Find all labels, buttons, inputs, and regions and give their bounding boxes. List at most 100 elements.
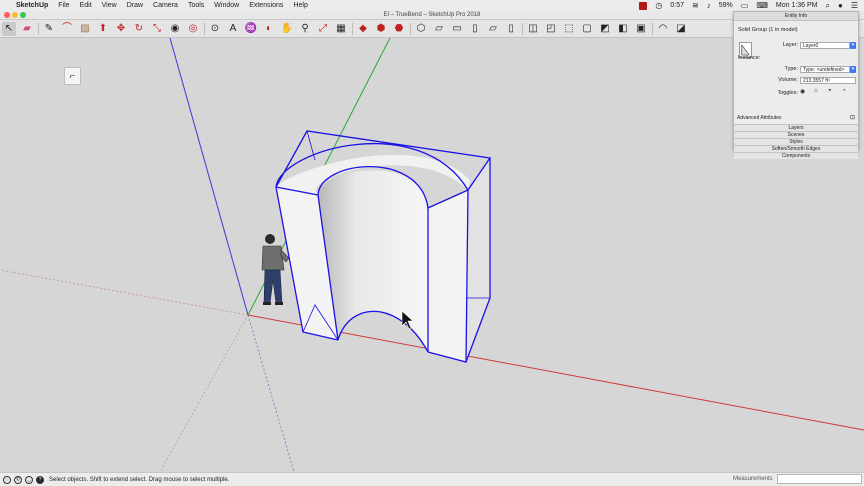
- zoom-icon[interactable]: ⚲: [298, 22, 312, 36]
- view-right-icon[interactable]: ▯: [468, 22, 482, 36]
- select-tool-icon[interactable]: ↖: [2, 21, 16, 36]
- scale-figure[interactable]: [261, 234, 290, 305]
- input-source-icon[interactable]: ⌨: [756, 1, 768, 10]
- battery-percent[interactable]: 59%: [719, 2, 733, 9]
- zoom-extents-icon[interactable]: ⤢: [316, 22, 330, 36]
- arc-icon[interactable]: ⌒: [60, 22, 74, 36]
- geo-location-icon[interactable]: ◌: [3, 475, 11, 484]
- menu-view[interactable]: View: [102, 2, 117, 9]
- credits-icon[interactable]: ©: [14, 475, 22, 484]
- wifi-icon[interactable]: ≋: [692, 1, 699, 10]
- menu-tools[interactable]: Tools: [188, 2, 204, 9]
- menu-app-name[interactable]: SketchUp: [16, 2, 48, 9]
- toolbar-divider: [652, 22, 653, 35]
- menu-extensions[interactable]: Extensions: [249, 2, 283, 9]
- toolbar-divider: [522, 22, 523, 35]
- red-axis-dotted: [0, 269, 249, 316]
- extension-icon[interactable]: ⬣: [392, 22, 406, 36]
- blue-axis: [169, 38, 249, 316]
- toolbar-divider: [410, 22, 411, 35]
- eraser-icon[interactable]: ▰: [20, 22, 34, 36]
- entity-info-header[interactable]: Entity Info: [734, 12, 858, 21]
- menu-file[interactable]: File: [58, 2, 69, 9]
- style-xray-icon[interactable]: ◫: [526, 22, 540, 36]
- advanced-attributes-label[interactable]: Advanced Attributes: [737, 115, 781, 121]
- siri-icon[interactable]: ●: [838, 1, 843, 10]
- menu-edit[interactable]: Edit: [80, 2, 92, 9]
- measurements-label: Measurements: [733, 476, 773, 482]
- section-plane-icon[interactable]: ▦: [334, 22, 348, 36]
- elapsed-time[interactable]: 0:57: [670, 2, 684, 9]
- tray-section-styles[interactable]: Styles: [734, 138, 858, 145]
- paint-bucket-icon[interactable]: ♒: [244, 22, 258, 36]
- menu-clock[interactable]: Mon 1:36 PM: [776, 2, 818, 9]
- menu-draw[interactable]: Draw: [127, 2, 143, 9]
- style-textured-icon[interactable]: ◧: [616, 22, 630, 36]
- style-shaded-icon[interactable]: ◩: [598, 22, 612, 36]
- view-left-icon[interactable]: ▯: [504, 22, 518, 36]
- lock-toggle-icon[interactable]: ⌂: [814, 88, 818, 94]
- user-account-icon[interactable]: ◡: [25, 475, 33, 484]
- tray-section-layers[interactable]: Layers: [734, 124, 858, 131]
- tray-sections: Layers Scenes Styles Soften/Smooth Edges…: [734, 124, 858, 159]
- tray-section-soften-smooth[interactable]: Soften/Smooth Edges: [734, 145, 858, 152]
- style-wireframe-icon[interactable]: ⬚: [562, 22, 576, 36]
- style-backedges-icon[interactable]: ◰: [544, 22, 558, 36]
- component-icon[interactable]: ◆: [356, 22, 370, 36]
- offset-icon[interactable]: ◎: [186, 22, 200, 36]
- view-iso-icon[interactable]: ⬡: [414, 22, 428, 36]
- notification-center-icon[interactable]: ☰: [851, 1, 858, 10]
- rectangle-icon[interactable]: ▧: [78, 22, 92, 36]
- scene-thumbnail-icon[interactable]: ⌐: [64, 67, 81, 85]
- warehouse-icon[interactable]: ⬢: [374, 22, 388, 36]
- move-icon[interactable]: ✥: [114, 22, 128, 36]
- status-menus: ◷ 0:57 ≋ ♪ 59% ▭ ⌨ Mon 1:36 PM ⌕ ● ☰: [639, 1, 858, 11]
- green-axis-dotted: [159, 314, 249, 472]
- spotlight-search-icon[interactable]: ⌕: [826, 1, 830, 11]
- visibility-toggle-icon[interactable]: ◉: [800, 88, 805, 95]
- stopwatch-icon[interactable]: ◷: [655, 1, 662, 10]
- text-icon[interactable]: A: [226, 22, 240, 36]
- measurements-input[interactable]: [777, 474, 862, 484]
- type-dropdown-icon[interactable]: ▾: [850, 66, 856, 73]
- battery-icon[interactable]: ▭: [741, 1, 749, 10]
- style-monochrome-icon[interactable]: ▣: [634, 22, 648, 36]
- volume-icon[interactable]: ♪: [707, 1, 711, 10]
- rotate-icon[interactable]: ↻: [132, 22, 146, 36]
- orbit-icon[interactable]: ◐: [262, 22, 276, 36]
- tray-section-components[interactable]: Components: [734, 152, 858, 159]
- menu-camera[interactable]: Camera: [153, 2, 178, 9]
- pencil-line-icon[interactable]: ✎: [42, 22, 56, 36]
- blue-axis-dotted: [247, 314, 295, 472]
- layer-select[interactable]: Layer0: [800, 42, 850, 49]
- view-back-icon[interactable]: ▱: [486, 22, 500, 36]
- pan-icon[interactable]: ✋: [280, 22, 294, 36]
- volume-label: Volume:: [778, 77, 798, 83]
- menu-bar: SketchUp File Edit View Draw Camera Tool…: [0, 0, 864, 11]
- toolbar-divider: [352, 22, 353, 35]
- receive-shadows-toggle-icon[interactable]: ◔: [842, 88, 846, 94]
- entity-description: Solid Group (1 in model): [738, 27, 798, 33]
- solid-group-arch[interactable]: [275, 130, 492, 363]
- push-pull-icon[interactable]: ⬆: [96, 22, 110, 36]
- truebend-icon[interactable]: ◠: [656, 22, 670, 36]
- scale-icon[interactable]: ⤡: [150, 22, 164, 36]
- advanced-attributes-icon[interactable]: ⊡: [850, 114, 855, 121]
- type-field[interactable]: Type: <undefined>: [800, 66, 850, 73]
- cast-shadows-toggle-icon[interactable]: ◓: [828, 88, 832, 94]
- type-label: Type:: [784, 66, 798, 72]
- view-front-icon[interactable]: ▭: [450, 22, 464, 36]
- view-top-icon[interactable]: ▱: [432, 22, 446, 36]
- tray-section-scenes[interactable]: Scenes: [734, 131, 858, 138]
- tape-measure-icon[interactable]: ⊙: [208, 22, 222, 36]
- follow-me-icon[interactable]: ◉: [168, 22, 182, 36]
- menu-window[interactable]: Window: [214, 2, 239, 9]
- menu-help[interactable]: Help: [293, 2, 307, 9]
- volume-field: 213.3557 ft³: [800, 77, 856, 84]
- style-hiddenline-icon[interactable]: ▢: [580, 22, 594, 36]
- instructor-icon[interactable]: ?: [36, 475, 44, 484]
- layout-send-icon[interactable]: ◪: [674, 22, 688, 36]
- toolbar-divider: [204, 22, 205, 35]
- record-icon[interactable]: [639, 1, 648, 10]
- layer-dropdown-icon[interactable]: ▾: [850, 42, 856, 49]
